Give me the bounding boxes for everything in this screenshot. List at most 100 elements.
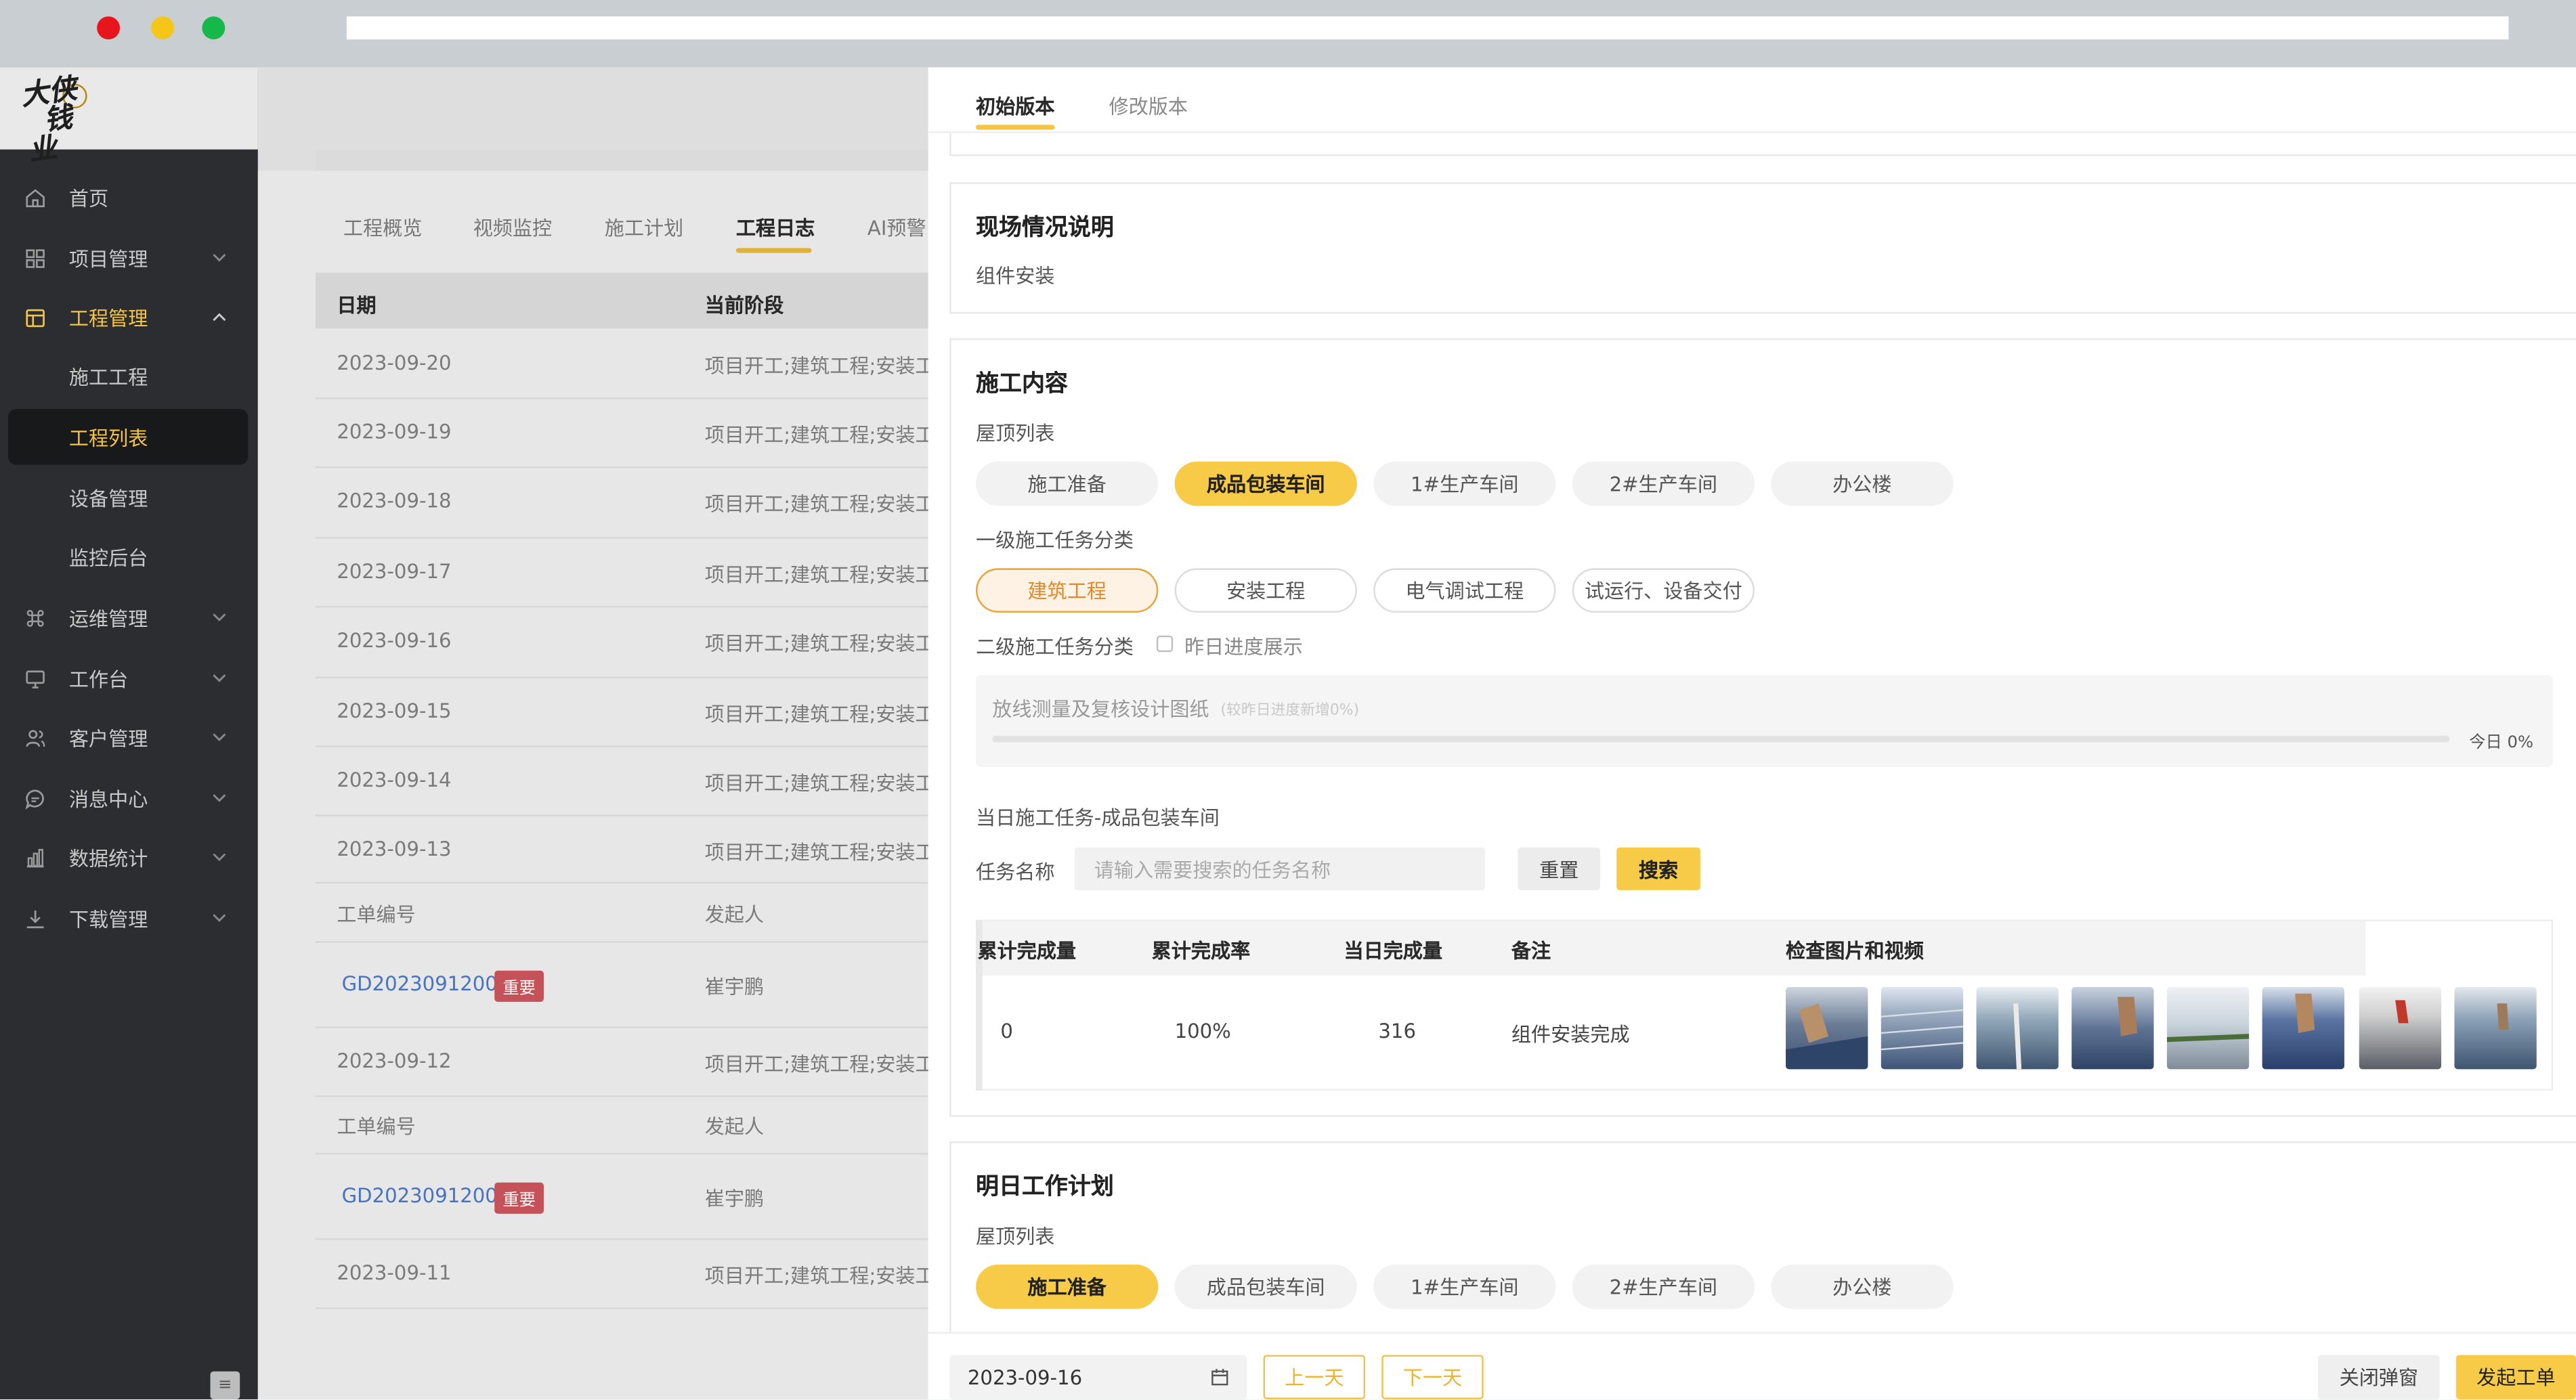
task-name-label: 任务名称 [976,860,1055,884]
reset-button[interactable]: 重置 [1518,847,1600,890]
maximize-window-button[interactable] [202,16,226,40]
roof-pill[interactable]: 办公楼 [1771,1265,1954,1309]
sidebar-item-label: 数据统计 [68,846,148,870]
level1-pill[interactable]: 试运行、设备交付 [1572,568,1755,613]
inspection-photo-thumbnail[interactable] [2166,987,2250,1070]
chevron-down-icon [209,674,228,684]
sidebar-collapse-button[interactable]: ≡ [210,1371,240,1399]
home-icon [23,185,46,209]
sidebar-subitem-devices[interactable]: 设备管理 [0,470,258,525]
daily-task-title: 当日施工任务-成品包装车间 [976,806,1220,830]
tab-revised-version[interactable]: 修改版本 [1109,92,1188,120]
previous-section-edge [949,133,2576,156]
sidebar-item-statistics[interactable]: 数据统计 [0,828,258,887]
roof-pill[interactable]: 2#生产车间 [1572,461,1755,506]
section-title: 施工内容 [976,371,1068,398]
search-button[interactable]: 搜索 [1616,847,1700,890]
logo: 大侠 钱业 [19,72,79,169]
monitor-icon [23,667,46,690]
command-icon [23,606,46,629]
calendar-icon[interactable] [1211,1368,1229,1391]
cell-cum-rate: 100% [1174,1020,1231,1043]
roof-pill[interactable]: 施工准备 [976,461,1159,506]
modal-overlay[interactable] [258,67,928,1399]
inspection-photo-thumbnail[interactable] [2454,987,2537,1070]
sidebar-item-home[interactable]: 首页 [0,167,258,226]
roof-pill[interactable]: 1#生产车间 [1373,1265,1556,1309]
roof-list-label: 屋顶列表 [976,422,1055,445]
inspection-photo-thumbnail[interactable] [1976,987,2059,1070]
roof-pill[interactable]: 成品包装车间 [1174,1265,1357,1309]
level1-pill[interactable]: 电气调试工程 [1373,568,1556,613]
sidebar-item-label: 首页 [68,186,109,210]
progress-card [976,675,2554,767]
create-work-order-button[interactable]: 发起工单 [2455,1355,2576,1399]
sidebar-item-downloads[interactable]: 下载管理 [0,888,258,947]
yesterday-progress-checkbox[interactable] [1156,635,1174,653]
message-icon [23,787,46,810]
sidebar-item-label: 监控后台 [68,546,148,569]
inspection-photo-thumbnail[interactable] [1786,987,1868,1070]
sidebar-item-engineering[interactable]: 工程管理 [0,288,258,347]
cell-day-qty: 316 [1378,1020,1416,1043]
sidebar-item-operations[interactable]: 运维管理 [0,588,258,647]
column-header-cum-rate: 累计完成率 [1151,939,1251,963]
section-title: 明日工作计划 [976,1174,1114,1201]
roof-list-label: 屋顶列表 [976,1225,1055,1248]
inspection-photo-thumbnail[interactable] [1881,987,1964,1070]
sidebar-item-label: 工程管理 [68,306,148,330]
task-search-input[interactable]: 请输入需要搜索的任务名称 [1074,847,1486,890]
close-window-button[interactable] [97,16,121,40]
sidebar-item-projects[interactable]: 项目管理 [0,228,258,287]
site-description-section [949,182,2576,314]
column-header-day-qty: 当日完成量 [1344,939,1443,963]
chevron-down-icon [209,852,228,862]
chevron-up-icon [209,312,228,322]
menu-icon: ≡ [218,1376,232,1395]
chevron-down-icon [209,732,228,743]
sidebar-subitem-construction[interactable]: 施工工程 [0,348,258,403]
address-bar[interactable] [346,16,2509,40]
sidebar-item-label: 施工工程 [68,365,148,389]
next-day-button[interactable]: 下一天 [1381,1355,1484,1399]
sidebar-subitem-monitor[interactable]: 监控后台 [0,529,258,584]
chevron-down-icon [209,613,228,623]
chevron-down-icon [209,253,228,263]
roof-pill[interactable]: 1#生产车间 [1373,461,1556,506]
chevron-down-icon [209,793,228,804]
sidebar-item-workbench[interactable]: 工作台 [0,649,258,707]
sidebar-item-label: 设备管理 [68,487,148,510]
column-header-cum-qty: 累计完成量 [977,939,1077,963]
minimize-window-button[interactable] [151,16,175,40]
progress-note: (较昨日进度新增0%) [1220,703,1360,720]
drawer-tab-underline [976,125,1055,130]
sidebar-item-label: 工程列表 [68,426,148,450]
roof-pill[interactable]: 办公楼 [1771,461,1954,506]
close-modal-button[interactable]: 关闭弹窗 [2318,1355,2440,1399]
column-header-media: 检查图片和视频 [1786,939,1924,963]
sidebar-item-label: 客户管理 [68,726,148,750]
inspection-photo-thumbnail[interactable] [2262,987,2344,1070]
inspection-photo-thumbnail[interactable] [2359,987,2442,1070]
progress-bar [992,735,2450,743]
level1-label: 一级施工任务分类 [976,529,1134,552]
chevron-down-icon [209,913,228,923]
roof-pill-selected[interactable]: 施工准备 [976,1265,1159,1309]
level1-pill[interactable]: 安装工程 [1174,568,1357,613]
tomorrow-plan-section [949,1141,2576,1339]
previous-day-button[interactable]: 上一天 [1263,1355,1366,1399]
roof-pill-selected[interactable]: 成品包装车间 [1174,461,1357,506]
sidebar-item-messages[interactable]: 消息中心 [0,768,258,827]
inspection-photo-thumbnail[interactable] [2071,987,2154,1070]
tab-initial-version[interactable]: 初始版本 [976,92,1054,120]
level1-pill-selected[interactable]: 建筑工程 [976,568,1159,613]
building-icon [23,305,46,328]
roof-pill[interactable]: 2#生产车间 [1572,1265,1755,1309]
progress-task-name: 放线测量及复核设计图纸 [992,698,1209,722]
sidebar-item-customers[interactable]: 客户管理 [0,708,258,767]
date-picker-input[interactable]: 2023-09-16 [949,1355,1247,1399]
sidebar-item-label: 项目管理 [68,247,148,271]
download-icon [23,906,46,929]
sidebar-subitem-project-list[interactable]: 工程列表 [8,409,249,465]
progress-today: 今日 0% [2469,734,2534,753]
